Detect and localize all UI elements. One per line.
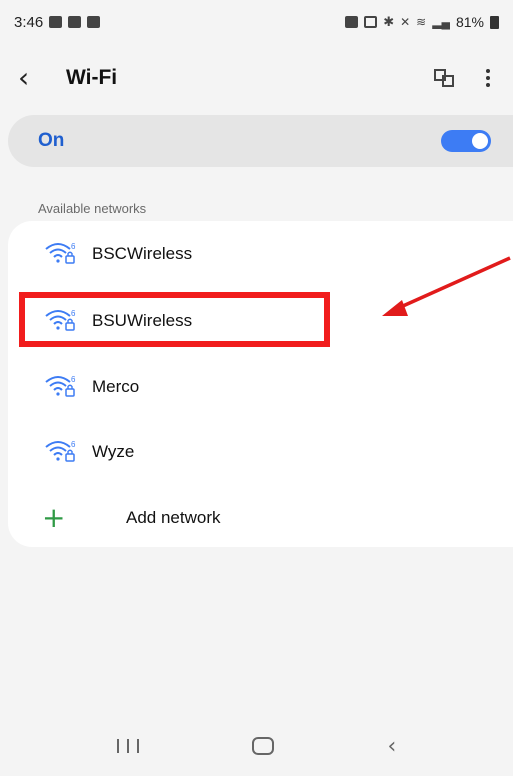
- status-time: 3:46: [14, 13, 44, 31]
- wifi-toggle-bar[interactable]: On: [8, 115, 513, 167]
- svg-text:6: 6: [71, 309, 76, 318]
- battery-percentage: 81%: [455, 14, 484, 30]
- network-item-wyze[interactable]: 6 Wyze: [8, 419, 513, 485]
- network-item-bsuwireless[interactable]: 6 BSUWireless: [8, 288, 513, 354]
- home-icon[interactable]: [252, 737, 275, 755]
- network-name: BSCWireless: [92, 244, 193, 263]
- app-b-icon: [49, 16, 63, 28]
- status-bar-right: ✱ ✕ ≋ ▂▄ 81%: [345, 14, 499, 30]
- wifi-6-locked-icon: 6: [45, 242, 76, 264]
- wifi-toggle-switch[interactable]: [441, 130, 491, 152]
- signal-icon: ▂▄: [432, 15, 450, 29]
- nfc-lock-icon: [345, 16, 359, 28]
- bluetooth-icon: ✱: [383, 14, 395, 29]
- network-item-bscwireless[interactable]: 6 BSCWireless: [8, 221, 513, 287]
- wifi-toggle-label: On: [38, 130, 65, 151]
- app-bar: ‹ Wi-Fi: [0, 56, 513, 100]
- wifi-6-locked-icon: 6: [45, 440, 76, 462]
- qr-scan-icon[interactable]: [433, 67, 455, 89]
- navigation-bar: ‹: [0, 716, 513, 776]
- recent-apps-icon[interactable]: [116, 739, 139, 753]
- mail-icon: [68, 16, 82, 28]
- svg-text:6: 6: [71, 375, 76, 384]
- network-item-merco[interactable]: 6 Merco: [8, 354, 513, 420]
- add-network-button[interactable]: + Add network: [8, 485, 513, 551]
- back-icon[interactable]: ‹: [387, 734, 396, 759]
- svg-text:6: 6: [71, 440, 76, 449]
- gallery-icon: [87, 16, 101, 28]
- page-title: Wi-Fi: [66, 66, 118, 89]
- toggle-knob: [472, 133, 488, 149]
- chevron-left-icon[interactable]: ‹: [18, 64, 52, 92]
- wifi-6-status-icon: ≋: [416, 15, 427, 29]
- battery-icon: [490, 15, 499, 29]
- more-vertical-icon[interactable]: [481, 66, 495, 90]
- networks-list: 6 BSCWireless 6 BSUWireless 6 Merco 6 Wy…: [8, 221, 513, 547]
- network-name: BSUWireless: [92, 311, 193, 330]
- wifi-6-locked-icon: 6: [45, 375, 76, 397]
- mute-icon: ✕: [400, 15, 411, 29]
- nfc-icon: [364, 16, 378, 28]
- status-bar-left: 3:46: [14, 13, 101, 31]
- status-bar: 3:46 ✱ ✕ ≋ ▂▄ 81%: [0, 0, 513, 44]
- plus-icon: +: [42, 501, 66, 534]
- svg-text:6: 6: [71, 242, 76, 251]
- network-name: Merco: [92, 377, 140, 396]
- available-networks-header: Available networks: [38, 201, 147, 216]
- network-name: Wyze: [92, 442, 135, 461]
- add-network-label: Add network: [126, 508, 221, 527]
- wifi-6-locked-icon: 6: [45, 309, 76, 331]
